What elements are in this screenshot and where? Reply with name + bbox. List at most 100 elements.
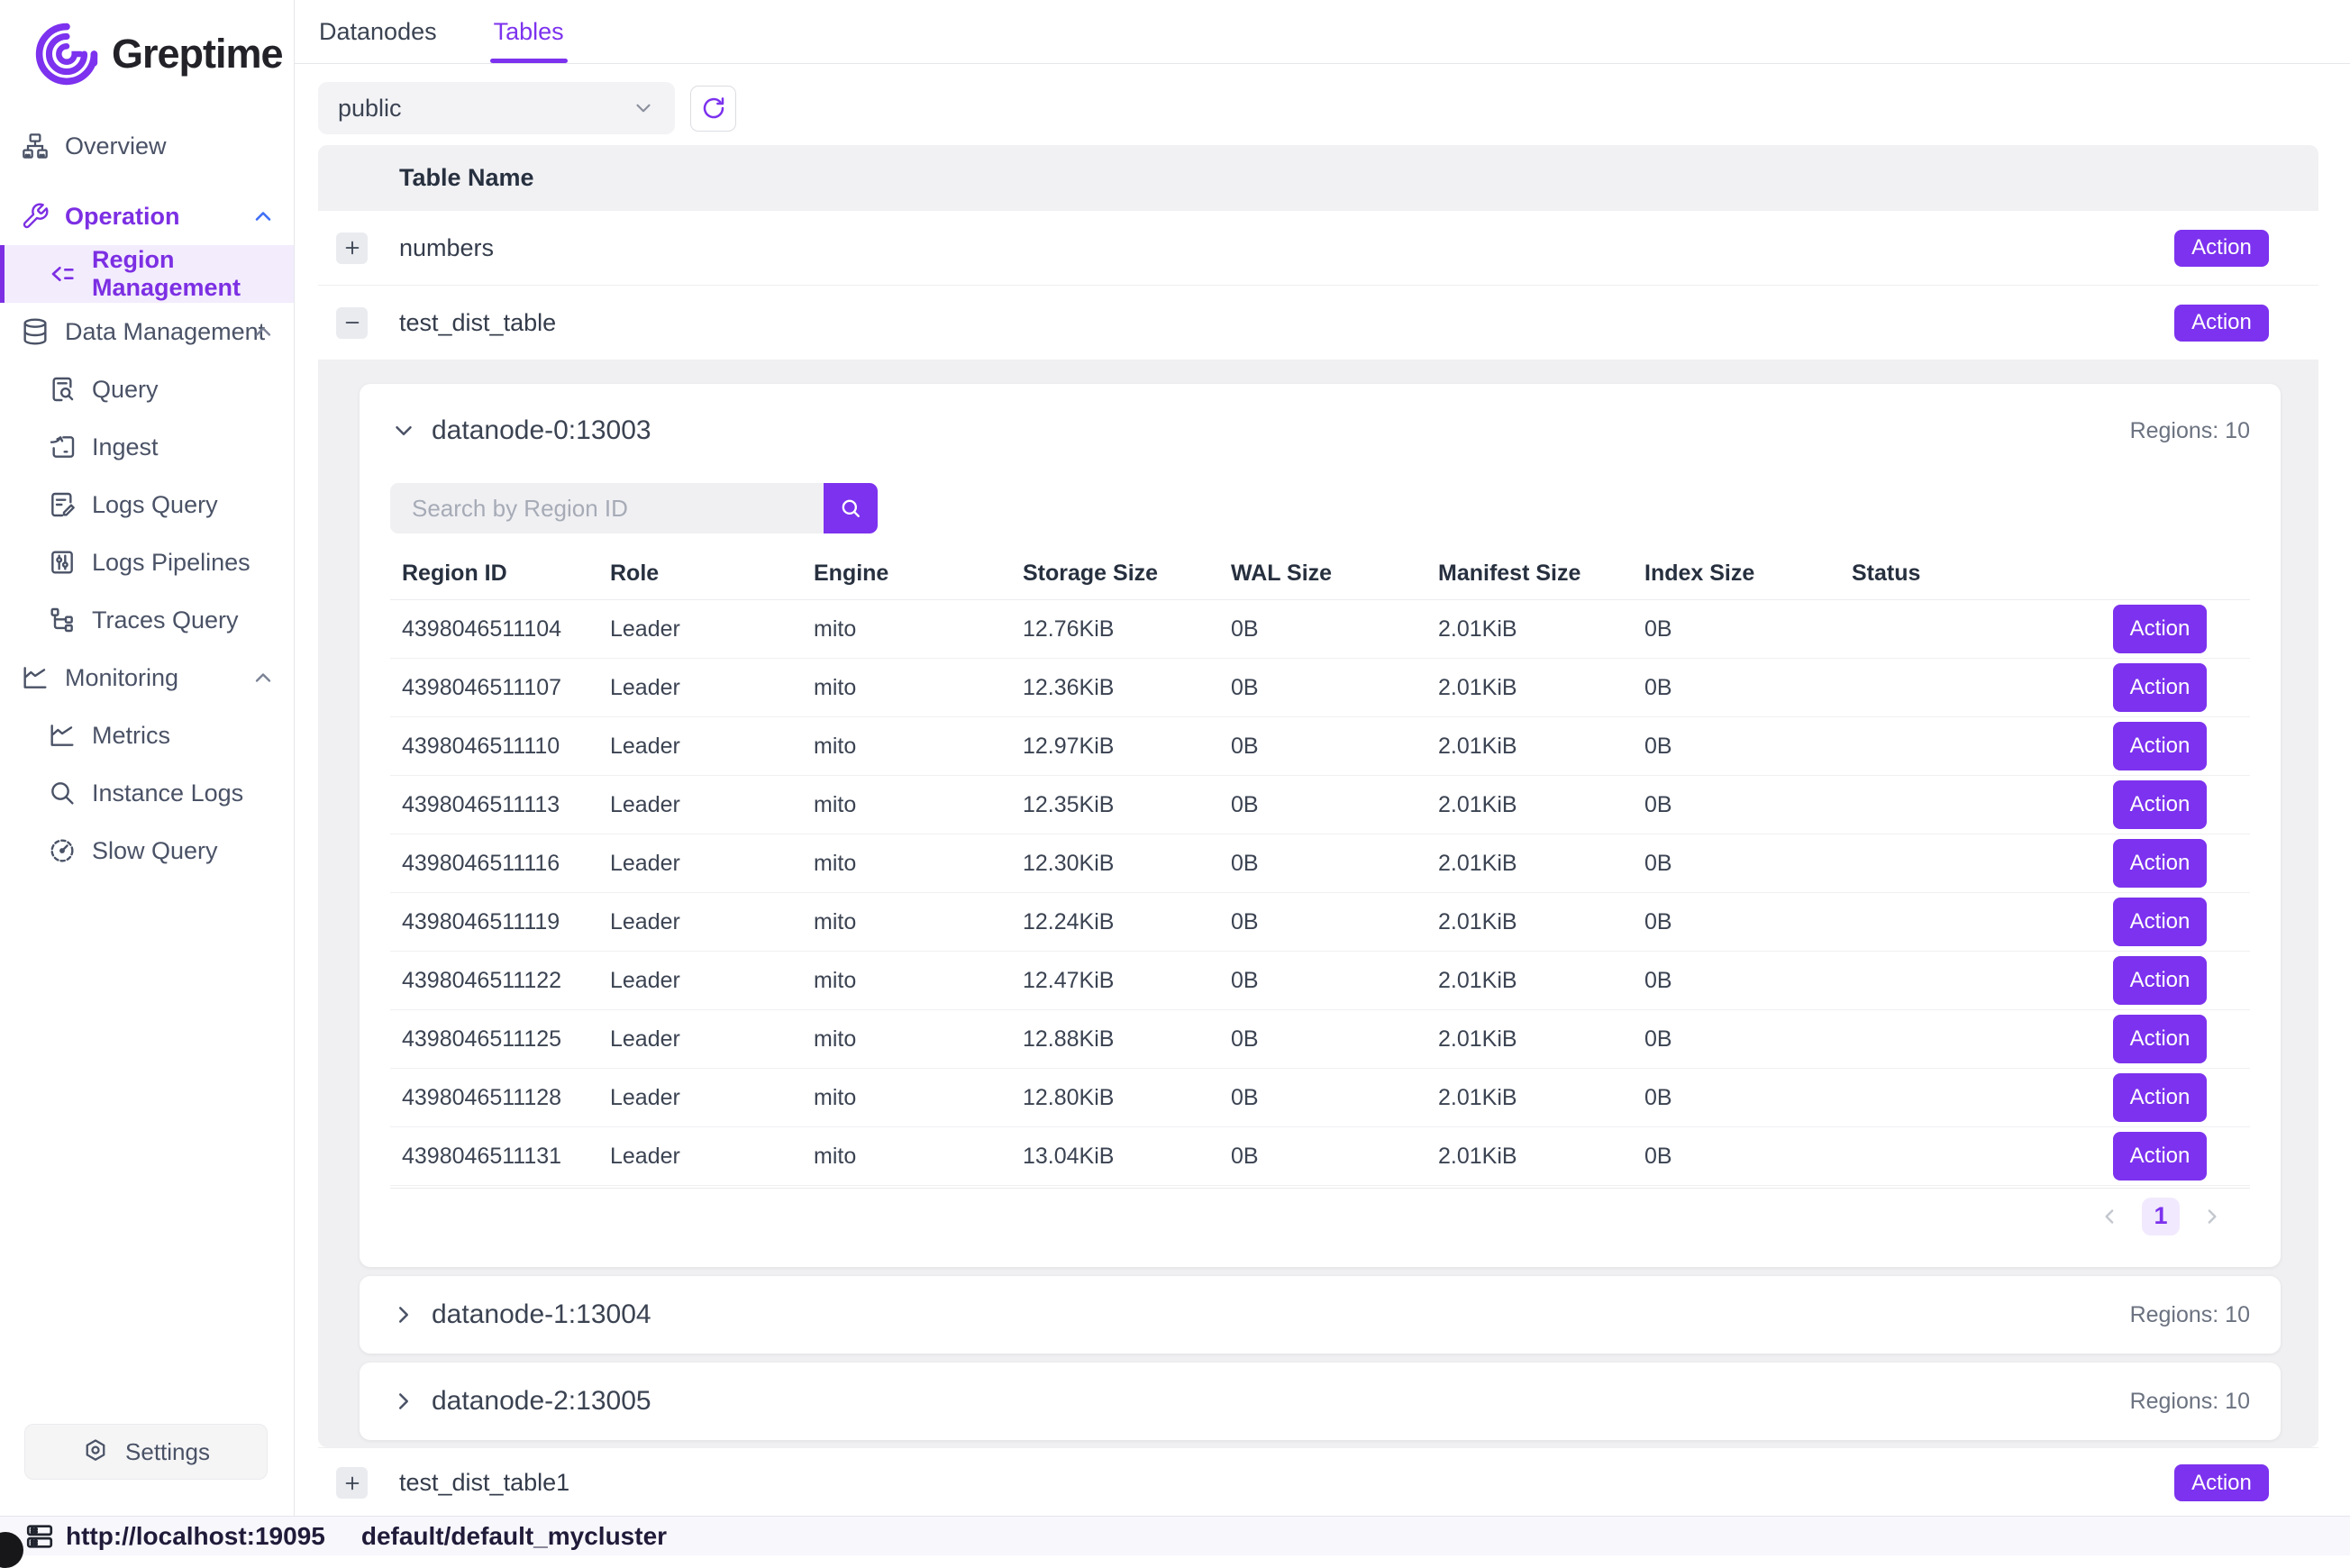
region-action-button[interactable]: Action xyxy=(2113,605,2207,653)
sidebar-item-label: Slow Query xyxy=(92,837,218,865)
expand-plus-icon[interactable] xyxy=(336,232,368,264)
region-cell-action: Action xyxy=(2106,722,2250,770)
sidebar-group-monitoring[interactable]: Monitoring xyxy=(0,649,294,707)
region-cell-action: Action xyxy=(2106,605,2250,653)
region-cell-role: Leader xyxy=(610,1085,814,1111)
sidebar-item-slow-query[interactable]: Slow Query xyxy=(0,822,294,880)
server-url[interactable]: http://localhost:19095 xyxy=(66,1522,325,1551)
tables-header-label: Table Name xyxy=(399,164,534,192)
region-action-button[interactable]: Action xyxy=(2113,780,2207,829)
datanode-toggle[interactable]: datanode-2:13005 xyxy=(390,1386,651,1417)
sidebar-item-logs-query[interactable]: Logs Query xyxy=(0,476,294,533)
refresh-button[interactable] xyxy=(690,86,736,132)
tab-label: Datanodes xyxy=(319,18,437,46)
datanode-header: datanode-0:13003 Regions: 10 xyxy=(390,411,2250,451)
sidebar-item-overview[interactable]: Overview xyxy=(0,117,294,175)
region-cell-storage-size: 12.36KiB xyxy=(1023,675,1231,701)
cluster-name[interactable]: default/default_mycluster xyxy=(361,1522,667,1551)
region-search-input[interactable] xyxy=(390,483,824,533)
tab-datanodes[interactable]: Datanodes xyxy=(319,0,437,63)
region-action-button[interactable]: Action xyxy=(2113,839,2207,888)
table-action-button[interactable]: Action xyxy=(2174,230,2269,267)
schema-select-value: public xyxy=(338,95,402,123)
region-cell-role: Leader xyxy=(610,792,814,818)
region-cell-index-size: 0B xyxy=(1644,851,1852,877)
region-col-status: Status xyxy=(1852,561,2106,587)
sidebar-group-data-management[interactable]: Data Management xyxy=(0,303,294,360)
chevron-down-icon xyxy=(632,96,655,120)
region-cell-manifest-size: 2.01KiB xyxy=(1438,734,1644,760)
magnifier-icon xyxy=(47,778,77,808)
region-cell-wal-size: 0B xyxy=(1231,792,1438,818)
region-action-button[interactable]: Action xyxy=(2113,1073,2207,1122)
region-cell-wal-size: 0B xyxy=(1231,851,1438,877)
region-cell-role: Leader xyxy=(610,968,814,994)
tables-panel: Table Name numbers Action test_dist_tabl… xyxy=(318,145,2318,1516)
regions-count: Regions: 10 xyxy=(2130,1389,2250,1415)
sidebar-item-label: Metrics xyxy=(92,722,170,750)
region-cell-action: Action xyxy=(2106,780,2250,829)
datanode-label: datanode-2:13005 xyxy=(432,1386,651,1417)
region-cell-region-id: 4398046511116 xyxy=(402,851,610,877)
table-name[interactable]: test_dist_table1 xyxy=(399,1469,569,1497)
region-cell-engine: mito xyxy=(814,675,1023,701)
datanode-toggle[interactable]: datanode-0:13003 xyxy=(390,415,651,446)
chevron-down-icon xyxy=(390,417,417,444)
gear-icon xyxy=(82,1437,111,1466)
datanode-toggle[interactable]: datanode-1:13004 xyxy=(390,1299,651,1330)
region-cell-engine: mito xyxy=(814,968,1023,994)
speedometer-icon xyxy=(47,835,77,866)
table-action-button[interactable]: Action xyxy=(2174,1464,2269,1501)
region-cell-storage-size: 12.35KiB xyxy=(1023,792,1231,818)
region-cell-storage-size: 12.76KiB xyxy=(1023,616,1231,643)
region-cell-role: Leader xyxy=(610,675,814,701)
sidebar-item-query[interactable]: Query xyxy=(0,360,294,418)
table-action-button[interactable]: Action xyxy=(2174,305,2269,342)
line-chart-icon xyxy=(47,720,77,751)
region-table-body: 4398046511104Leadermito12.76KiB0B2.01KiB… xyxy=(390,600,2250,1186)
sidebar-group-label: Monitoring xyxy=(65,664,178,692)
region-action-button[interactable]: Action xyxy=(2113,1132,2207,1181)
expand-plus-icon[interactable] xyxy=(336,1467,368,1499)
region-cell-region-id: 4398046511125 xyxy=(402,1026,610,1053)
table-name[interactable]: numbers xyxy=(399,234,494,262)
schema-select[interactable]: public xyxy=(318,82,675,134)
datanode-label: datanode-1:13004 xyxy=(432,1299,651,1330)
sidebar-item-label: Logs Pipelines xyxy=(92,549,250,577)
search-button[interactable] xyxy=(824,483,878,533)
tree-icon xyxy=(47,605,77,635)
pagination-prev-icon[interactable] xyxy=(2099,1205,2122,1228)
sitemap-icon xyxy=(20,131,50,161)
sidebar-item-ingest[interactable]: Ingest xyxy=(0,418,294,476)
sidebar-group-operation[interactable]: Operation xyxy=(0,187,294,245)
sidebar-nav: Overview Operation xyxy=(0,117,294,880)
pagination-next-icon[interactable] xyxy=(2200,1205,2223,1228)
region-row: 4398046511110Leadermito12.97KiB0B2.01KiB… xyxy=(390,717,2250,776)
chevron-right-icon xyxy=(390,1301,417,1328)
sidebar-item-instance-logs[interactable]: Instance Logs xyxy=(0,764,294,822)
region-action-button[interactable]: Action xyxy=(2113,956,2207,1005)
region-cell-action: Action xyxy=(2106,663,2250,712)
region-action-button[interactable]: Action xyxy=(2113,663,2207,712)
region-cell-role: Leader xyxy=(610,1144,814,1170)
pagination-page-1[interactable]: 1 xyxy=(2142,1198,2180,1235)
region-cell-action: Action xyxy=(2106,839,2250,888)
settings-button[interactable]: Settings xyxy=(24,1424,268,1480)
region-action-button[interactable]: Action xyxy=(2113,898,2207,946)
region-action-button[interactable]: Action xyxy=(2113,1015,2207,1063)
sidebar-item-region-management[interactable]: Region Management xyxy=(0,245,294,303)
region-cell-index-size: 0B xyxy=(1644,675,1852,701)
region-action-button[interactable]: Action xyxy=(2113,722,2207,770)
sidebar-item-logs-pipelines[interactable]: Logs Pipelines xyxy=(0,533,294,591)
region-cell-manifest-size: 2.01KiB xyxy=(1438,675,1644,701)
region-cell-region-id: 4398046511119 xyxy=(402,909,610,935)
chevron-up-icon[interactable] xyxy=(250,665,276,690)
chevron-up-icon[interactable] xyxy=(250,204,276,229)
content: public Table Name xyxy=(295,64,2350,1516)
tab-tables[interactable]: Tables xyxy=(494,0,564,63)
table-name[interactable]: test_dist_table xyxy=(399,309,556,337)
chevron-up-icon[interactable] xyxy=(250,319,276,344)
sidebar-item-metrics[interactable]: Metrics xyxy=(0,707,294,764)
collapse-minus-icon[interactable] xyxy=(336,307,368,339)
sidebar-item-traces-query[interactable]: Traces Query xyxy=(0,591,294,649)
